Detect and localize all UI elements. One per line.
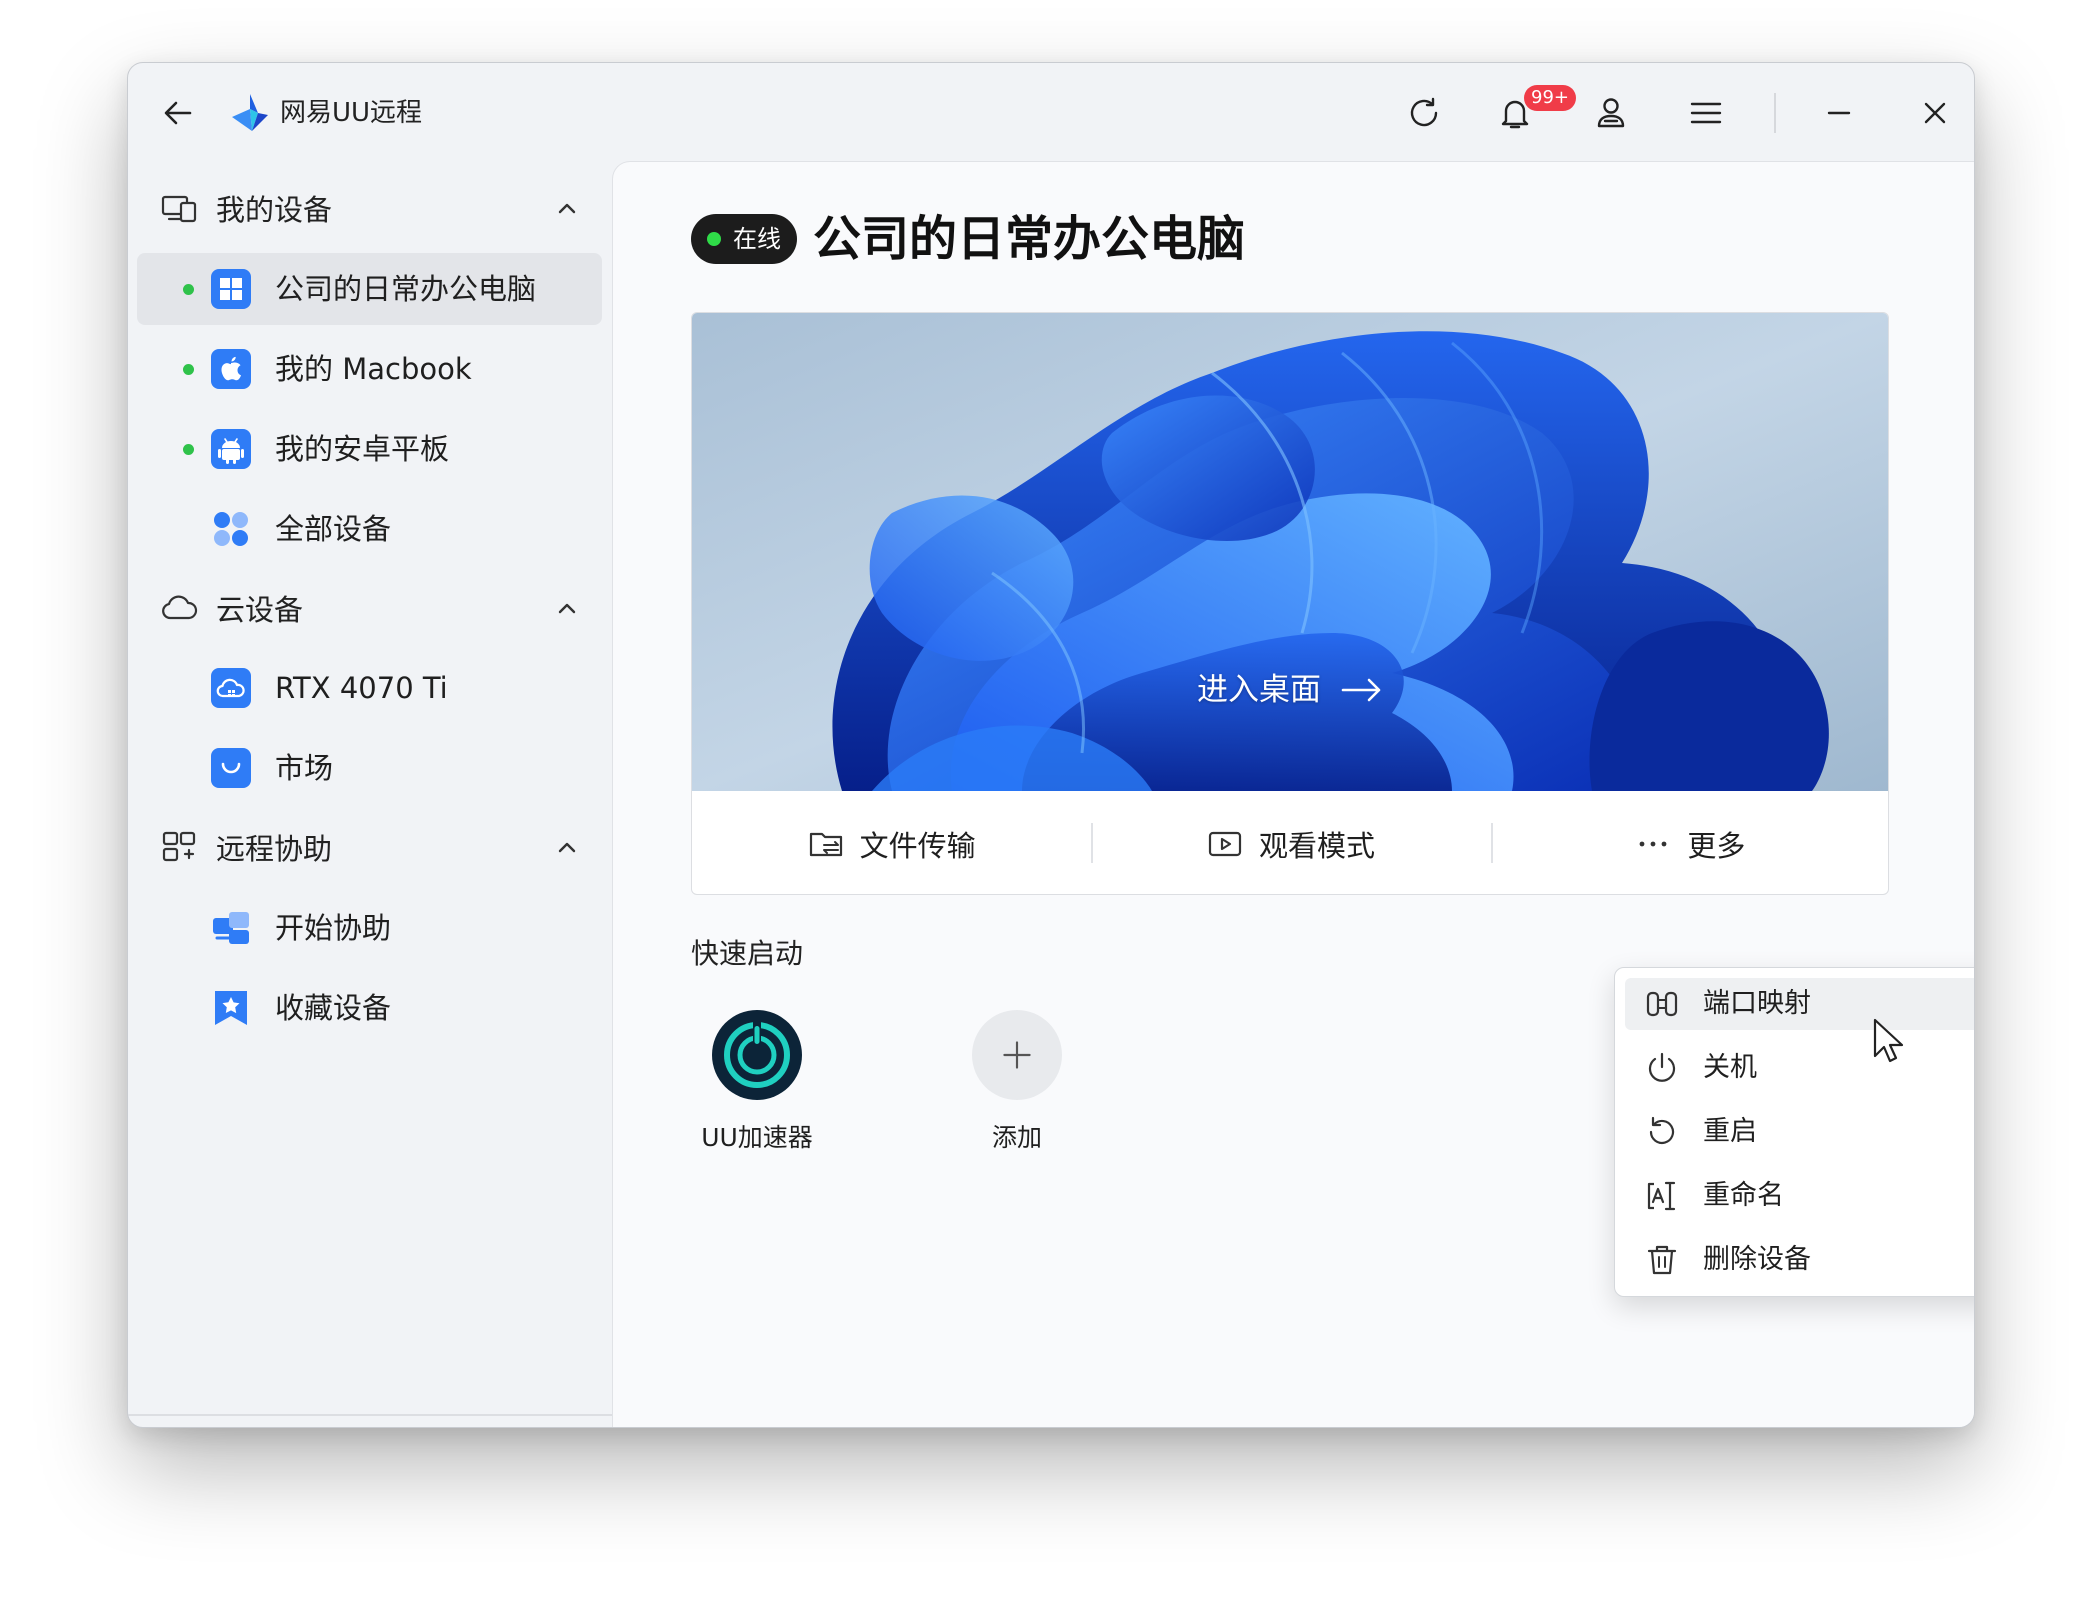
mouse-cursor-icon <box>1873 1018 1904 1063</box>
menu-item-label: 关机 <box>1703 1052 1757 1083</box>
file-transfer-icon <box>809 832 842 856</box>
sidebar-item-label: 公司的日常办公电脑 <box>275 272 537 306</box>
sidebar-item-label: 市场 <box>275 751 334 785</box>
more-dropdown-menu: 端口映射 关机 重启 重命名 删除设备 <box>1614 967 1974 1297</box>
power-icon <box>1648 1052 1676 1082</box>
menu-item-restart[interactable]: 重启 <box>1625 1106 1974 1158</box>
more-button[interactable]: 更多 <box>1490 791 1888 894</box>
status-text: 在线 <box>733 225 781 253</box>
action-label: 更多 <box>1687 828 1746 863</box>
port-mapping-icon <box>1646 991 1678 1017</box>
action-label: 文件传输 <box>859 828 976 863</box>
page-title: 公司的日常办公电脑 <box>813 211 1246 267</box>
refresh-icon[interactable] <box>1403 92 1445 134</box>
quick-launch-label: UU加速器 <box>701 1123 813 1152</box>
menu-item-rename[interactable]: 重命名 <box>1625 1170 1974 1222</box>
file-transfer-button[interactable]: 文件传输 <box>692 791 1091 894</box>
group-cloud-devices[interactable]: 云设备 <box>128 572 612 644</box>
sidebar-item-label: 开始协助 <box>275 911 392 945</box>
uu-accelerator-icon <box>712 1010 802 1100</box>
group-label: 云设备 <box>216 593 304 627</box>
menu-item-port-mapping[interactable]: 端口映射 <box>1625 978 1974 1030</box>
arrow-right-icon <box>1341 678 1381 702</box>
desktop-preview[interactable]: 进入桌面 <box>692 313 1888 791</box>
rename-icon <box>1647 1181 1676 1211</box>
sidebar-item-label: 我的 Macbook <box>275 352 472 386</box>
online-dot <box>707 232 721 246</box>
chevron-up-icon[interactable] <box>552 593 582 623</box>
title-bar: 网易UU远程 99+ <box>128 63 1974 161</box>
online-dot <box>183 364 194 375</box>
watch-mode-button[interactable]: 观看模式 <box>1091 791 1490 894</box>
chevron-up-icon[interactable] <box>552 193 582 223</box>
menu-item-label: 端口映射 <box>1703 988 1811 1019</box>
remote-assist-icon <box>162 831 196 862</box>
sidebar-item-rtx-4070-ti[interactable]: RTX 4070 Ti <box>137 652 602 724</box>
apple-icon <box>211 349 251 389</box>
android-icon <box>211 429 251 469</box>
uu-logo-icon <box>228 91 270 133</box>
windows-icon <box>211 269 251 309</box>
group-label: 我的设备 <box>216 193 333 227</box>
action-label: 观看模式 <box>1258 828 1375 863</box>
restart-icon <box>1649 1116 1675 1145</box>
sidebar-item-label: 全部设备 <box>275 512 392 546</box>
all-devices-icon <box>214 512 248 546</box>
more-dots-icon <box>1639 841 1667 846</box>
quick-launch-title: 快速启动 <box>691 937 804 970</box>
app-title: 网易UU远程 <box>280 98 423 128</box>
enter-desktop-button[interactable]: 进入桌面 <box>1197 665 1383 715</box>
menu-item-label: 重启 <box>1703 1116 1757 1147</box>
sidebar-divider <box>128 1414 612 1416</box>
close-icon[interactable] <box>1914 92 1956 134</box>
group-remote-assist[interactable]: 远程协助 <box>128 811 612 883</box>
sidebar-item-favorites[interactable]: 收藏设备 <box>137 972 602 1044</box>
quick-launch-label: 添加 <box>991 1123 1042 1152</box>
sidebar-item-office-pc[interactable]: 公司的日常办公电脑 <box>137 253 602 325</box>
sidebar-item-start-assist[interactable]: 开始协助 <box>137 892 602 964</box>
sidebar-item-label: 我的安卓平板 <box>275 432 450 466</box>
sidebar-item-label: RTX 4070 Ti <box>275 671 448 705</box>
notification-badge: 99+ <box>1524 85 1576 111</box>
online-dot <box>183 444 194 455</box>
quick-launch-uu-accelerator[interactable]: UU加速器 <box>682 1010 832 1154</box>
chevron-up-icon[interactable] <box>552 832 582 862</box>
app-window: 网易UU远程 99+ 我的设备 公司的日常办公电脑 我的 Macbook 我的安… <box>127 62 1975 1428</box>
sidebar-item-label: 收藏设备 <box>275 991 392 1025</box>
menu-item-label: 重命名 <box>1703 1180 1784 1211</box>
user-account-icon[interactable] <box>1590 92 1632 134</box>
minimize-icon[interactable] <box>1818 92 1860 134</box>
sidebar-item-market[interactable]: 市场 <box>137 732 602 804</box>
status-badge: 在线 <box>691 214 797 264</box>
group-my-devices[interactable]: 我的设备 <box>128 172 612 244</box>
watch-mode-icon <box>1208 831 1242 856</box>
quick-launch-add[interactable]: 添加 <box>942 1010 1092 1154</box>
sidebar: 我的设备 公司的日常办公电脑 我的 Macbook 我的安卓平板 全部设备 云设… <box>128 161 612 1427</box>
trash-icon <box>1647 1245 1677 1275</box>
menu-item-delete-device[interactable]: 删除设备 <box>1625 1234 1974 1286</box>
sidebar-item-macbook[interactable]: 我的 Macbook <box>137 333 602 405</box>
cloud-pc-icon <box>211 668 251 708</box>
cloud-icon <box>162 595 198 620</box>
favorite-bookmark-icon <box>215 991 247 1025</box>
enter-desktop-label: 进入桌面 <box>1197 672 1321 708</box>
start-assist-icon <box>213 912 249 944</box>
device-card: 进入桌面 文件传输 观看模式 更多 <box>691 312 1889 895</box>
back-icon[interactable] <box>158 93 198 133</box>
shopping-bag-icon <box>211 748 251 788</box>
add-plus-icon <box>972 1010 1062 1100</box>
titlebar-separator <box>1774 93 1776 133</box>
sidebar-item-android-tablet[interactable]: 我的安卓平板 <box>137 413 602 485</box>
group-label: 远程协助 <box>216 832 333 866</box>
menu-hamburger-icon[interactable] <box>1685 92 1727 134</box>
menu-item-label: 删除设备 <box>1703 1244 1811 1275</box>
devices-icon <box>161 195 197 223</box>
wallpaper-image <box>692 313 1888 791</box>
online-dot <box>183 284 194 295</box>
menu-item-shutdown[interactable]: 关机 <box>1625 1042 1974 1094</box>
sidebar-item-all-devices[interactable]: 全部设备 <box>137 493 602 565</box>
device-actions-bar: 文件传输 观看模式 更多 <box>692 791 1888 894</box>
